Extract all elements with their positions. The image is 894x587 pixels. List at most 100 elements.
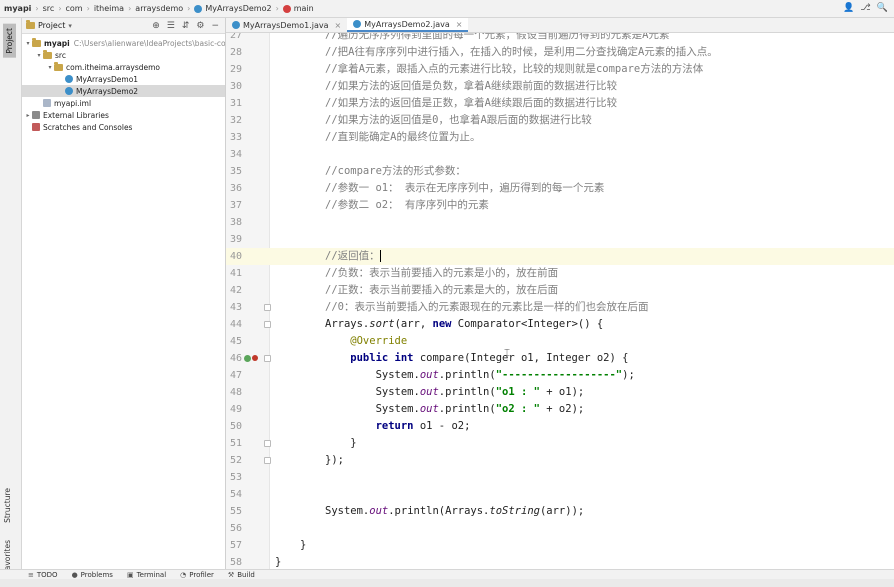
expand-arrow-icon[interactable]: ▾ xyxy=(35,52,43,59)
git-icon[interactable]: ⎇ xyxy=(860,3,870,13)
close-icon[interactable]: × xyxy=(456,20,463,29)
breadcrumb-label: com xyxy=(65,4,83,13)
code-line: 56 xyxy=(226,520,894,537)
breadcrumb-separator: › xyxy=(187,4,191,13)
code-line: 46 public int compare(Integer o1, Intege… xyxy=(226,350,894,367)
library-icon xyxy=(32,111,40,119)
tree-node[interactable]: myapi.iml xyxy=(22,97,225,109)
code-text: System.out.println(Arrays.toString(arr))… xyxy=(325,503,584,520)
profiler-icon: ◔ xyxy=(180,570,187,579)
editor-tab[interactable]: MyArraysDemo1.java × xyxy=(226,18,347,32)
tree-node[interactable]: ▾ src xyxy=(22,49,225,61)
code-text: //把A往有序序列中进行插入，在插入的时候，是利用二分查找确定A元素的插入点。 xyxy=(325,44,718,61)
breadcrumb-item[interactable]: MyArraysDemo2 xyxy=(194,4,272,13)
breadcrumb-separator: › xyxy=(275,4,279,13)
bottom-tab-build[interactable]: ⚒ Build xyxy=(228,571,255,579)
code-line: 49 System.out.println("o2 : " + o2); xyxy=(226,401,894,418)
expand-arrow-icon[interactable]: ▾ xyxy=(24,40,32,47)
fold-marker-icon[interactable] xyxy=(264,457,271,464)
close-icon[interactable]: × xyxy=(335,21,342,30)
expand-arrow-icon[interactable]: ▾ xyxy=(46,64,54,71)
fold-marker-icon[interactable] xyxy=(264,304,271,311)
breadcrumb-label: arraysdemo xyxy=(135,4,184,13)
override-marker-icon[interactable] xyxy=(252,355,258,361)
project-tool-tab[interactable]: Project xyxy=(3,24,16,58)
code-token: compare(Integer o1, Integer o2) { xyxy=(413,352,629,364)
code-text: //直到能确定A的最终位置为止。 xyxy=(325,129,480,146)
breadcrumb-item[interactable]: itheima xyxy=(94,4,124,13)
expand-all-icon[interactable]: ⇵ xyxy=(182,21,190,31)
code-text: //0：表示当前要插入的元素跟现在的元素比是一样的们也会放在后面 xyxy=(325,299,648,316)
build-icon: ⚒ xyxy=(227,570,235,579)
bottom-tab-problems[interactable]: ● Problems xyxy=(72,571,113,579)
implements-method-icon[interactable] xyxy=(244,355,251,362)
tree-node-label: MyArraysDemo1 xyxy=(76,74,139,84)
editor-tab[interactable]: MyArraysDemo2.java × xyxy=(347,18,469,32)
line-number: 56 xyxy=(229,523,242,534)
code-text: //遍历无序序列得到里面的每一个元素，假设当前遍历得到的元素是A元素 xyxy=(325,33,669,44)
code-text: //compare方法的形式参数： xyxy=(325,163,466,180)
line-number: 43 xyxy=(229,302,242,313)
collapse-all-icon[interactable]: ☰ xyxy=(167,21,175,31)
code-text: //如果方法的返回值是0，也拿着A跟后面的数据进行比较 xyxy=(325,112,592,129)
bottom-tab-label: Terminal xyxy=(136,570,167,579)
search-icon[interactable]: 🔍 xyxy=(877,3,888,13)
code-editor[interactable]: ⌶ 27//遍历无序序列得到里面的每一个元素，假设当前遍历得到的元素是A元素 28… xyxy=(226,33,894,569)
breadcrumb-item[interactable]: com xyxy=(66,4,83,13)
hide-icon[interactable]: − xyxy=(211,21,219,31)
code-line: 31 //如果方法的返回值是正数，拿着A继续跟后面的数据进行比较 xyxy=(226,95,894,112)
tree-node-label: com.itheima.arraysdemo xyxy=(66,62,161,72)
bottom-tab-label: TODO xyxy=(36,570,58,579)
package-icon xyxy=(54,61,63,71)
code-comment: //参数一 o1： 表示在无序序列中，遍历得到的每一个元素 xyxy=(325,182,605,194)
bottom-tab-todo[interactable]: ≡ TODO xyxy=(28,571,58,579)
breadcrumb-item[interactable]: arraysdemo xyxy=(135,4,183,13)
project-panel-title: Project xyxy=(38,21,66,30)
breadcrumb-item[interactable]: myapi xyxy=(4,4,31,13)
bottom-tab-label: Build xyxy=(237,570,255,579)
user-icon[interactable]: 👤 xyxy=(843,3,854,13)
todo-icon: ≡ xyxy=(28,570,34,579)
line-number: 49 xyxy=(229,404,242,415)
fold-marker-icon[interactable] xyxy=(264,321,271,328)
line-number: 38 xyxy=(229,217,242,228)
code-comment: //拿着A元素，跟插入点的元素进行比较，比较的规则就是compare方法的方法体 xyxy=(325,63,704,75)
breadcrumb-item[interactable]: main xyxy=(282,4,314,13)
file-icon xyxy=(43,99,51,107)
locate-icon[interactable]: ⊕ xyxy=(152,21,160,31)
code-line: 30 //如果方法的返回值是负数，拿着A继续跟前面的数据进行比较 xyxy=(226,78,894,95)
tree-node[interactable]: ▾ com.itheima.arraysdemo xyxy=(22,61,225,73)
tree-node[interactable]: MyArraysDemo1 xyxy=(22,73,225,85)
code-token: return xyxy=(325,420,414,432)
code-token: out xyxy=(369,505,389,517)
code-token: ); xyxy=(622,369,635,381)
line-number: 27 xyxy=(229,33,242,41)
tree-node[interactable]: Scratches and Consoles xyxy=(22,121,225,133)
code-token: (arr)); xyxy=(539,505,585,517)
expand-arrow-icon[interactable]: ▸ xyxy=(24,112,32,119)
project-view-selector[interactable]: Project ▾ xyxy=(26,20,72,30)
code-line: 47 System.out.println("-----------------… xyxy=(226,367,894,384)
project-tree: ▾ myapi C:\Users\alienware\IdeaProjects\ba… xyxy=(22,34,225,133)
fold-marker-icon[interactable] xyxy=(264,355,271,362)
code-line: 57} xyxy=(226,537,894,554)
line-number: 34 xyxy=(229,149,242,160)
structure-tool-tab[interactable]: Structure xyxy=(3,488,12,523)
line-number: 47 xyxy=(229,370,242,381)
line-number: 33 xyxy=(229,132,242,143)
text-caret xyxy=(379,250,381,262)
fold-marker-icon[interactable] xyxy=(264,440,271,447)
line-number: 41 xyxy=(229,268,242,279)
bottom-tab-profiler[interactable]: ◔ Profiler xyxy=(180,571,214,579)
code-text: //正数：表示当前要插入的元素是大的，放在后面 xyxy=(325,282,558,299)
gear-icon[interactable]: ⚙ xyxy=(196,21,204,31)
line-number: 46 xyxy=(229,353,242,364)
breadcrumb-item[interactable]: src xyxy=(43,4,55,13)
code-token: out xyxy=(419,386,439,398)
line-number: 50 xyxy=(229,421,242,432)
bottom-tab-terminal[interactable]: ▣ Terminal xyxy=(127,571,166,579)
tree-node[interactable]: MyArraysDemo2 xyxy=(22,85,225,97)
tree-node[interactable]: ▸ External Libraries xyxy=(22,109,225,121)
folder-icon xyxy=(43,49,52,59)
tree-node[interactable]: ▾ myapi C:\Users\alienware\IdeaProjects\ba… xyxy=(22,37,225,49)
